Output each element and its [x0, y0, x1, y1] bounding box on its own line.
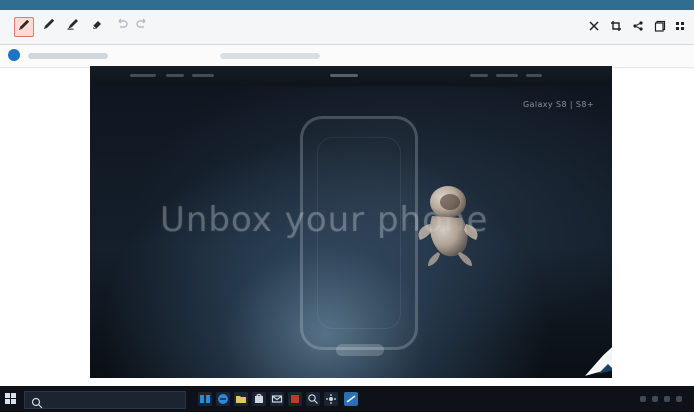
red-app-button[interactable]: [288, 392, 302, 406]
title-bar: [0, 0, 694, 10]
captured-webpage: Galaxy S8 | S8+ Unbox your phone: [90, 66, 612, 378]
annotation-toolbar: [0, 10, 694, 45]
copy-icon: [653, 18, 667, 37]
settings-button[interactable]: [324, 392, 338, 406]
undo-icon: [113, 16, 129, 36]
search-app-button[interactable]: [306, 392, 320, 406]
nav-item: [526, 74, 542, 77]
hero-headline: Unbox your phone: [160, 200, 489, 240]
more-icon: [673, 18, 687, 37]
share-button[interactable]: [630, 19, 646, 35]
hero-cta[interactable]: [336, 344, 384, 356]
nav-item: [166, 74, 184, 77]
tray-icon[interactable]: [676, 396, 682, 402]
tray-icon[interactable]: [652, 396, 658, 402]
close-button[interactable]: [586, 19, 602, 35]
windows-taskbar: [0, 386, 694, 412]
magnifier-icon: [307, 390, 319, 409]
highlighter-button[interactable]: [64, 17, 82, 35]
mail-icon: [271, 390, 283, 409]
redo-icon: [135, 16, 151, 36]
mail-button[interactable]: [270, 392, 284, 406]
nav-logo: [330, 74, 358, 77]
eraser-button[interactable]: [88, 17, 106, 35]
share-icon: [631, 18, 645, 37]
pen-icon: [41, 16, 57, 36]
undo-button[interactable]: [112, 17, 130, 35]
system-tray: [640, 393, 688, 405]
highlighter-icon: [65, 16, 81, 36]
nav-item: [192, 74, 214, 77]
redo-button[interactable]: [134, 17, 152, 35]
task-view-button[interactable]: [198, 392, 212, 406]
more-button[interactable]: [672, 19, 688, 35]
browser-icon: [8, 49, 20, 61]
eraser-icon: [89, 16, 105, 36]
red-square-icon: [289, 390, 301, 409]
webpage-nav: [90, 66, 612, 87]
pen-tool-active-button[interactable]: [14, 17, 34, 37]
astronaut-image: [418, 186, 478, 266]
tray-icon[interactable]: [640, 396, 646, 402]
crop-button[interactable]: [608, 19, 624, 35]
blurred-tab-text: [220, 53, 320, 59]
nav-item: [496, 74, 518, 77]
crop-icon: [609, 18, 623, 37]
folder-icon: [235, 390, 247, 409]
app-icon: [345, 390, 357, 409]
start-button[interactable]: [4, 392, 18, 406]
nav-item: [130, 74, 156, 77]
file-explorer-button[interactable]: [234, 392, 248, 406]
store-icon: [253, 390, 265, 409]
close-icon: [587, 18, 601, 37]
pen-icon: [16, 17, 32, 37]
search-icon: [31, 394, 43, 413]
copy-button[interactable]: [652, 19, 668, 35]
gear-icon: [325, 390, 337, 409]
store-button[interactable]: [252, 392, 266, 406]
browser-address-area: [0, 45, 694, 68]
browser-icon: [217, 390, 229, 409]
tray-icon[interactable]: [664, 396, 670, 402]
active-app-button[interactable]: [344, 392, 358, 406]
taskbar-search[interactable]: [24, 391, 186, 409]
blurred-address-text: [28, 53, 108, 59]
hero-top-right-label: Galaxy S8 | S8+: [522, 100, 594, 109]
nav-item: [470, 74, 488, 77]
pen-tool-button[interactable]: [40, 17, 58, 35]
windows-logo-icon: [5, 390, 17, 409]
task-view-icon: [199, 390, 211, 409]
browser-taskbar-button[interactable]: [216, 392, 230, 406]
